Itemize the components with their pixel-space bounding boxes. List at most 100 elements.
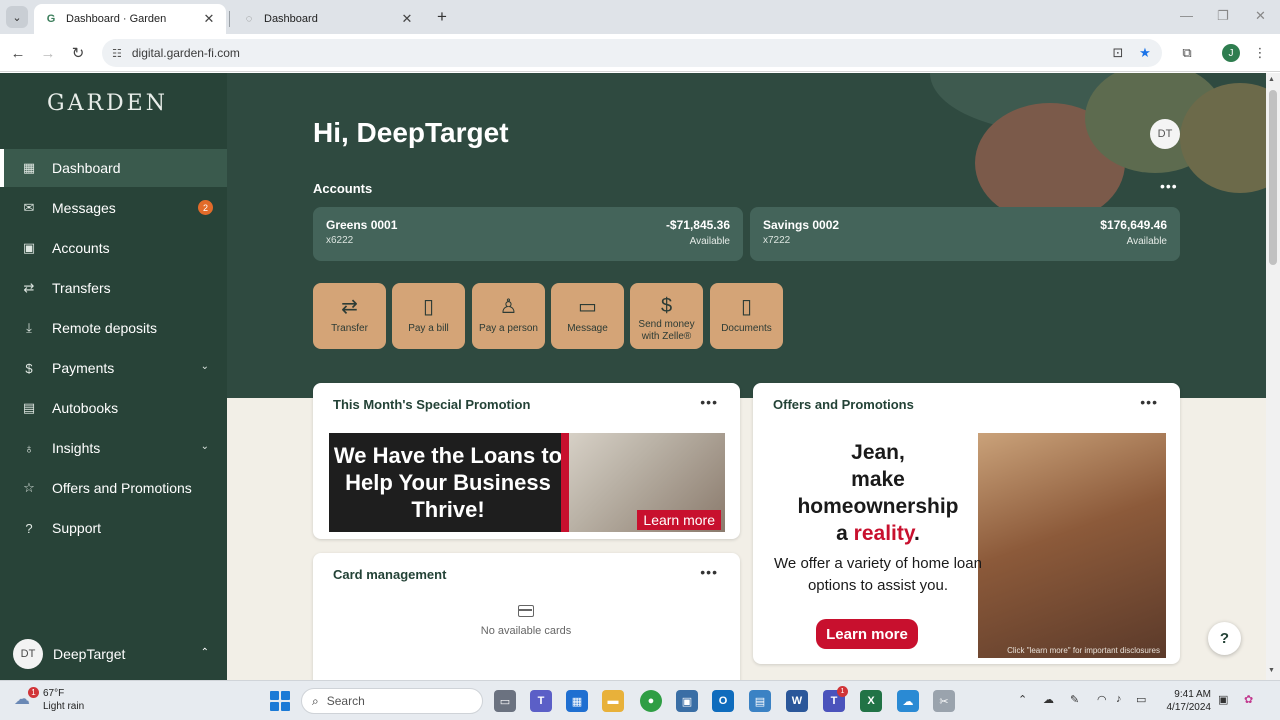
more-options-icon[interactable]: ••• <box>1140 394 1158 410</box>
browser-menu-icon[interactable]: ⋮ <box>1250 43 1270 63</box>
sidebar-item-dashboard[interactable]: ▦ Dashboard <box>0 149 227 187</box>
sidebar-item-support[interactable]: ? Support <box>0 509 227 547</box>
pen-icon[interactable]: ✎ <box>1070 693 1079 706</box>
quick-action-zelle[interactable]: $ Send money with Zelle® <box>630 283 703 349</box>
sidebar-item-accounts[interactable]: ▣ Accounts <box>0 229 227 267</box>
banner-line: a reality. <box>773 520 983 547</box>
tab-search-button[interactable]: ⌄ <box>6 6 28 28</box>
site-info-icon[interactable]: ☷ <box>112 47 122 60</box>
account-balance: $176,649.46 <box>1100 218 1167 232</box>
home-loan-banner[interactable]: Jean, make homeownership a reality. We o… <box>773 433 1166 658</box>
clock-date: 4/17/2024 <box>1166 702 1212 713</box>
garden-logo[interactable]: GARDEN <box>47 91 168 116</box>
message-icon: ▭ <box>578 295 597 318</box>
copilot-icon[interactable]: ✿ <box>1244 693 1253 706</box>
sidebar-item-messages[interactable]: ✉ Messages 2 <box>0 189 227 227</box>
minimize-button[interactable]: — <box>1180 8 1193 23</box>
excel-icon[interactable]: X <box>860 690 882 712</box>
sidebar-item-transfers[interactable]: ⇄ Transfers <box>0 269 227 307</box>
scroll-down-icon[interactable]: ▼ <box>1268 667 1275 674</box>
quick-action-documents[interactable]: ▯ Documents <box>710 283 783 349</box>
quick-action-label: Message <box>567 323 608 334</box>
scroll-up-icon[interactable]: ▲ <box>1268 76 1275 83</box>
teams-badge: 1 <box>837 686 848 697</box>
file-explorer-icon[interactable]: ▬ <box>602 690 624 712</box>
empty-state-text: No available cards <box>480 625 572 637</box>
arrow-right-icon: → <box>40 44 56 62</box>
system-clock[interactable]: 9:41 AM 4/17/2024 <box>1164 688 1212 714</box>
help-button[interactable]: ? <box>1208 622 1241 655</box>
onedrive-icon[interactable]: ☁ <box>1043 693 1054 706</box>
battery-icon[interactable]: ▭ <box>1136 693 1146 706</box>
more-options-icon[interactable]: ••• <box>700 394 718 410</box>
banner-headline: We Have the Loans to Help Your Business … <box>333 443 563 522</box>
card-management-panel: Card management ••• No available cards <box>313 553 740 680</box>
quick-action-message[interactable]: ▭ Message <box>551 283 624 349</box>
sidebar-item-offers[interactable]: ☆ Offers and Promotions <box>0 469 227 507</box>
quick-action-pay-bill[interactable]: ▯ Pay a bill <box>392 283 465 349</box>
account-card[interactable]: Savings 0002 x7222 $176,649.46 Available <box>750 207 1180 261</box>
sidebar-item-insights[interactable]: ♁ Insights ⌄ <box>0 429 227 467</box>
wifi-icon[interactable]: ◠ <box>1097 693 1107 706</box>
notification-icon[interactable]: ▣ <box>1218 693 1228 706</box>
volume-icon[interactable]: ♪ <box>1116 693 1122 705</box>
onedrive-app-icon[interactable]: ☁ <box>897 690 919 712</box>
reload-button[interactable]: ↻ <box>68 43 88 63</box>
accounts-heading: Accounts <box>313 181 373 196</box>
learn-more-button[interactable]: Learn more <box>816 619 918 649</box>
task-view-icon[interactable]: ▭ <box>494 690 516 712</box>
star-icon: ☆ <box>23 480 35 495</box>
sidebar-item-autobooks[interactable]: ▤ Autobooks <box>0 389 227 427</box>
address-bar[interactable]: ☷ digital.garden-fi.com <box>102 39 1162 67</box>
bookmark-star-icon[interactable]: ★ <box>1135 43 1155 63</box>
sidebar-item-label: Support <box>52 520 102 536</box>
new-tab-button[interactable]: + <box>432 7 452 27</box>
maximize-button[interactable]: ❐ <box>1217 8 1229 24</box>
quick-action-transfer[interactable]: ⇄ Transfer <box>313 283 386 349</box>
taskbar-search[interactable]: ⌕ Search <box>301 688 483 714</box>
bulb-icon: ♁ <box>24 440 34 456</box>
close-icon[interactable]: ✕ <box>400 11 414 27</box>
browser-profile-avatar[interactable]: J <box>1222 44 1240 62</box>
learn-more-button[interactable]: Learn more <box>637 510 721 530</box>
sidebar-item-payments[interactable]: $ Payments ⌄ <box>0 349 227 387</box>
teams-icon[interactable]: T <box>530 690 552 712</box>
loading-favicon-icon: ◌ <box>245 13 253 25</box>
chrome-icon[interactable]: ● <box>640 690 662 712</box>
extensions-icon[interactable]: ⧉ <box>1177 43 1197 63</box>
business-loan-banner[interactable]: We Have the Loans to Help Your Business … <box>329 433 725 532</box>
sidebar-item-remote-deposits[interactable]: ⤓ Remote deposits <box>0 309 227 347</box>
snipping-tool-icon[interactable]: ✂ <box>933 690 955 712</box>
chevron-up-icon[interactable]: ⌃ <box>1018 693 1027 706</box>
plus-icon: + <box>437 7 447 26</box>
notepad-icon[interactable]: ▤ <box>749 690 771 712</box>
scrollbar-thumb[interactable] <box>1269 90 1277 265</box>
avatar: DT <box>13 639 43 669</box>
browser-tab-inactive[interactable]: ◌ Dashboard ✕ <box>232 4 424 34</box>
accounts-more-icon[interactable]: ••• <box>1160 178 1178 194</box>
banner-line: Jean, <box>851 441 905 464</box>
profile-avatar[interactable]: DT <box>1150 119 1180 149</box>
close-icon[interactable]: ✕ <box>202 11 216 27</box>
book-icon: ▤ <box>22 400 36 415</box>
browser-tab-active[interactable]: G Dashboard · Garden ✕ <box>34 4 226 34</box>
user-menu[interactable]: DT DeepTarget ⌃ <box>0 634 227 674</box>
garden-favicon-icon: G <box>46 13 56 25</box>
quick-action-pay-person[interactable]: ♙ Pay a person <box>472 283 545 349</box>
outlook-icon[interactable]: O <box>712 690 734 712</box>
page-scrollbar[interactable]: ▲ ▼ <box>1266 73 1280 680</box>
back-button[interactable]: ← <box>8 43 28 63</box>
word-icon[interactable]: W <box>786 690 808 712</box>
person-icon: ♙ <box>499 295 518 318</box>
more-options-icon[interactable]: ••• <box>700 564 718 580</box>
weather-widget[interactable]: ☁ 1 67°F Light rain <box>14 687 84 713</box>
window-close-button[interactable]: ✕ <box>1255 8 1266 24</box>
store-icon[interactable]: ▦ <box>566 690 588 712</box>
remote-desktop-icon[interactable]: ▣ <box>676 690 698 712</box>
account-card[interactable]: Greens 0001 x6222 -$71,845.36 Available <box>313 207 743 261</box>
windows-start-icon[interactable] <box>270 691 290 711</box>
forward-button[interactable]: → <box>38 43 58 63</box>
special-promotion-panel: This Month's Special Promotion ••• We Ha… <box>313 383 740 539</box>
dashboard-icon: ▦ <box>22 160 36 175</box>
install-app-icon[interactable]: ⊡ <box>1108 43 1128 63</box>
